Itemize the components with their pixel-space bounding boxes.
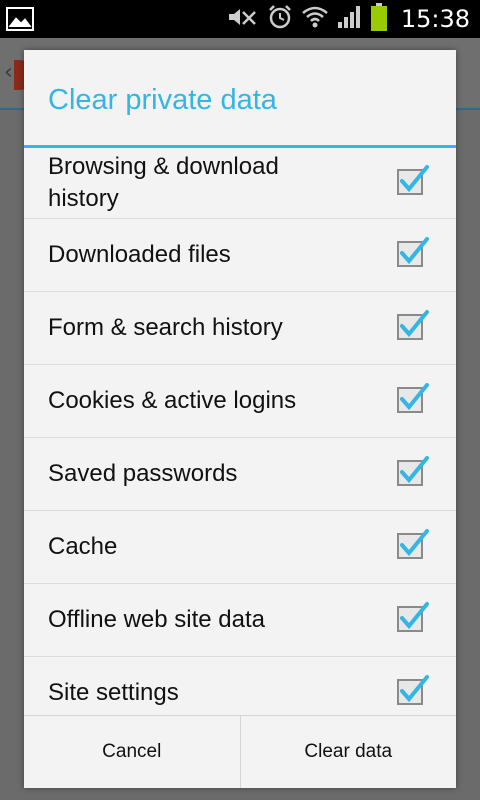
checkbox-checked-icon[interactable] <box>396 237 429 270</box>
clear-data-button[interactable]: Clear data <box>239 716 456 788</box>
battery-icon <box>370 3 387 35</box>
option-saved-passwords[interactable]: Saved passwords <box>24 438 456 511</box>
alarm-icon <box>267 4 293 34</box>
dialog-title-bar: Clear private data <box>24 50 456 148</box>
option-label: Saved passwords <box>48 460 238 487</box>
checkbox-checked-icon[interactable] <box>396 675 429 708</box>
option-label: Site settings <box>48 679 179 706</box>
option-label: Cookies & active logins <box>48 387 297 414</box>
dialog-button-bar: Cancel Clear data <box>24 715 456 788</box>
checkbox-checked-icon[interactable] <box>396 310 429 343</box>
option-label: Form & search history <box>48 314 283 341</box>
option-label: Downloaded files <box>48 241 231 268</box>
checkbox-checked-icon[interactable] <box>396 529 429 562</box>
wifi-icon <box>301 5 329 33</box>
gallery-icon <box>6 7 34 35</box>
checkbox-checked-icon[interactable] <box>396 602 429 635</box>
back-icon: ‹ <box>4 60 13 85</box>
option-label: Offline web site data <box>48 606 266 633</box>
option-label: Browsing & download history <box>48 153 279 212</box>
option-cache[interactable]: Cache <box>24 511 456 584</box>
option-label: Cache <box>48 533 118 560</box>
option-offline-site-data[interactable]: Offline web site data <box>24 584 456 657</box>
dialog-title: Clear private data <box>48 84 277 116</box>
option-cookies-logins[interactable]: Cookies & active logins <box>24 365 456 438</box>
clock: 15:38 <box>400 5 470 33</box>
option-site-settings[interactable]: Site settings <box>24 657 456 713</box>
status-bar: 15:38 <box>0 0 480 38</box>
checkbox-checked-icon[interactable] <box>396 165 429 198</box>
options-list: Browsing & download history Downloaded f… <box>24 148 456 713</box>
checkbox-checked-icon[interactable] <box>396 456 429 489</box>
checkbox-checked-icon[interactable] <box>396 383 429 416</box>
option-form-search-history[interactable]: Form & search history <box>24 292 456 365</box>
signal-icon <box>337 5 363 33</box>
cancel-button[interactable]: Cancel <box>24 716 240 788</box>
option-browsing-history[interactable]: Browsing & download history <box>24 148 456 219</box>
clear-private-data-dialog: Clear private data Browsing & download h… <box>24 50 456 788</box>
mute-icon <box>227 6 259 32</box>
option-downloaded-files[interactable]: Downloaded files <box>24 219 456 292</box>
